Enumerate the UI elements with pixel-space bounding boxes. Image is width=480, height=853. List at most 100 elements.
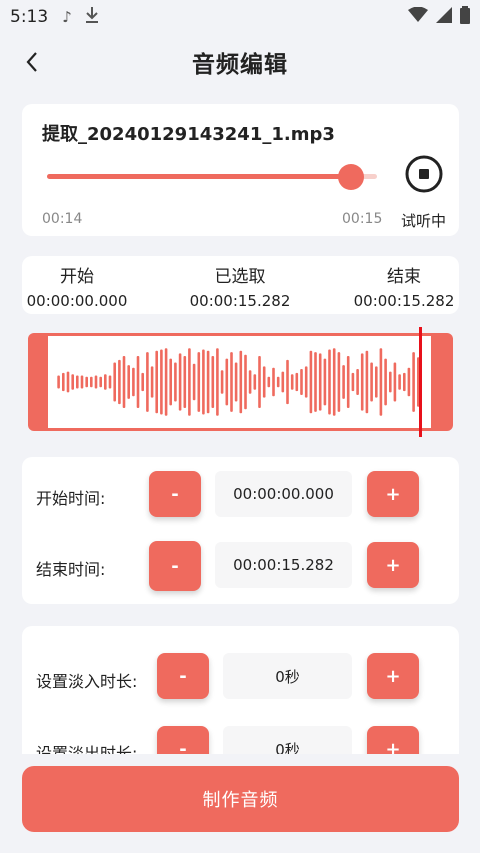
waveform-bar	[328, 349, 331, 415]
waveform-bar	[253, 374, 257, 390]
waveform-bar	[132, 367, 135, 397]
waveform-bar	[94, 375, 98, 389]
waveform-bar	[379, 348, 383, 416]
waveform-bar	[244, 354, 247, 410]
page-title: 音频编辑	[192, 52, 288, 78]
waveform-bar	[90, 376, 93, 388]
waveform-bar	[276, 376, 280, 388]
waveform-bar	[104, 374, 107, 390]
waveform-bar	[76, 375, 79, 389]
player-card: 提取_20240129143241_1.mp3 00:14 00:15 试听中	[22, 104, 459, 236]
selection-end: 结束 00:00:15.282	[334, 262, 474, 310]
waveform-bar	[351, 372, 355, 392]
fade-out-minus-button[interactable]: -	[157, 726, 209, 754]
waveform-bar	[66, 371, 70, 393]
selection-range-label: 已选取	[214, 267, 266, 287]
stop-circle-icon	[405, 155, 443, 193]
selection-range: 已选取 00:00:15.282	[170, 262, 310, 310]
waveform-bar	[262, 366, 266, 398]
waveform-bar	[174, 362, 177, 402]
waveform-bar	[150, 366, 154, 398]
waveform-bar	[118, 359, 121, 405]
playback-state: 试听中	[401, 212, 447, 230]
back-button[interactable]	[18, 48, 46, 76]
fade-out-plus-button[interactable]: +	[367, 726, 419, 754]
selection-end-value: 00:00:15.282	[353, 292, 455, 310]
waveform-bar	[258, 356, 261, 408]
waveform-bar	[178, 353, 182, 411]
selection-card: 开始 00:00:00.000 已选取 00:00:15.282 结束 00:0…	[22, 256, 459, 314]
waveform-bar	[375, 366, 378, 398]
playback-progress	[47, 174, 351, 179]
waveform-bar	[206, 350, 210, 414]
fade-in-plus-button[interactable]: +	[367, 653, 419, 699]
waveform-bar	[398, 374, 401, 390]
fade-out-label: 设置淡出时长:	[36, 744, 138, 754]
chevron-left-icon	[26, 52, 37, 72]
selection-start-label: 开始	[60, 267, 94, 287]
waveform-bar	[356, 369, 359, 395]
selection-end-label: 结束	[387, 267, 421, 287]
stop-button[interactable]	[404, 154, 444, 194]
waveform-bar	[295, 372, 299, 392]
playback-slider[interactable]	[47, 174, 377, 179]
waveform-bar	[141, 372, 144, 392]
waveform-bar	[300, 369, 303, 395]
fade-out-value: 0秒	[223, 726, 352, 754]
waveform-bar	[286, 359, 289, 405]
waveform-bar	[239, 350, 243, 414]
waveform-bar	[192, 363, 196, 401]
waveform-bar	[62, 372, 65, 392]
total-time: 00:15	[342, 211, 383, 227]
waveform-bar	[85, 376, 88, 388]
playhead[interactable]	[419, 327, 422, 437]
slider-thumb[interactable]	[337, 164, 364, 190]
fade-in-value: 0秒	[223, 653, 352, 699]
waveform-bar	[346, 356, 350, 408]
waveform-bar	[155, 350, 158, 414]
waveform-bar	[314, 352, 317, 412]
selection-start: 开始 00:00:00.000	[7, 262, 147, 310]
waveform-area	[48, 336, 431, 428]
waveform-bar	[220, 370, 224, 394]
end-time-minus-button[interactable]: -	[149, 541, 201, 591]
waveform-bar	[384, 358, 387, 406]
waveform-bar	[234, 362, 238, 402]
waveform-bar	[202, 349, 205, 415]
waveform-bar	[309, 350, 313, 414]
start-time-plus-button[interactable]: +	[367, 471, 419, 517]
waveform-bar	[290, 374, 294, 390]
fade-scroll-area[interactable]: 设置淡入时长: - 0秒 + 设置淡出时长: - 0秒 +	[0, 626, 480, 754]
waveform-bar	[122, 356, 126, 408]
status-time: 5:13	[10, 7, 49, 27]
selection-start-value: 00:00:00.000	[26, 292, 128, 310]
waveform-bar	[281, 371, 285, 393]
title-bar: 音频编辑	[0, 40, 480, 84]
waveform-bar	[216, 348, 219, 416]
waveform-bar	[108, 375, 112, 389]
waveform-bar	[323, 358, 327, 406]
waveform-bar	[230, 352, 233, 412]
waveform-bar	[403, 372, 406, 392]
waveform-bar	[211, 356, 215, 408]
waveform-bar	[267, 376, 271, 388]
trim-time-card: 开始时间: - 00:00:00.000 + 结束时间: - 00:00:15.…	[22, 457, 459, 604]
make-audio-button[interactable]: 制作音频	[22, 766, 459, 832]
waveform-bar	[318, 353, 322, 411]
waveform-bar	[248, 370, 252, 394]
waveform-bar	[197, 352, 201, 412]
waveform-bar	[332, 348, 336, 416]
waveform-bar	[412, 352, 415, 412]
start-time-minus-button[interactable]: -	[149, 471, 201, 517]
waveform-bar	[225, 358, 229, 406]
fade-in-minus-button[interactable]: -	[157, 653, 209, 699]
fade-in-label: 设置淡入时长:	[36, 672, 138, 691]
waveform-bar	[164, 348, 168, 416]
waveform-bar	[146, 352, 149, 412]
status-bar: 5:13 ♪	[0, 0, 480, 34]
end-time-plus-button[interactable]: +	[367, 542, 419, 588]
waveform-selector[interactable]	[28, 333, 453, 431]
file-name: 提取_20240129143241_1.mp3	[42, 124, 335, 145]
waveform-bar	[370, 362, 373, 402]
fade-card: 设置淡入时长: - 0秒 + 设置淡出时长: - 0秒 +	[22, 626, 459, 754]
